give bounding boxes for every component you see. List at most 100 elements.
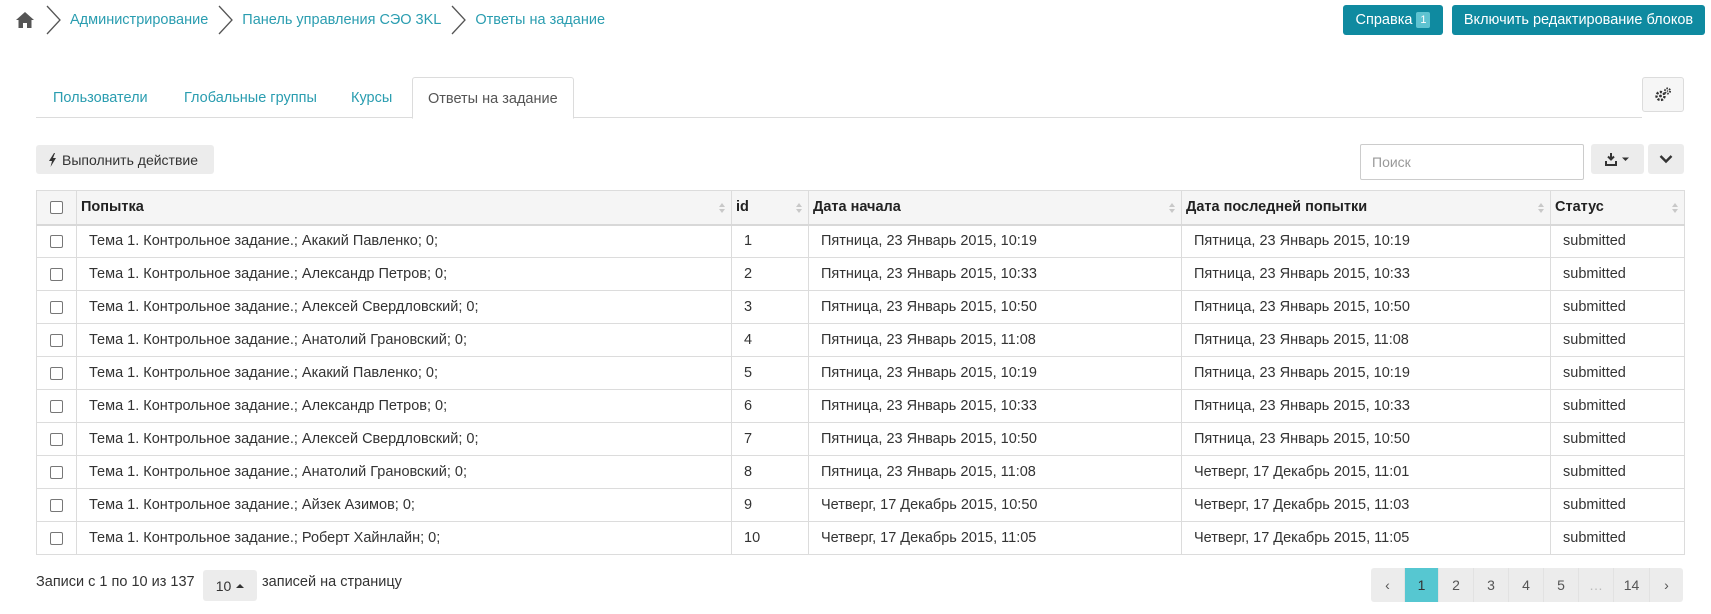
- row-select-cell: [36, 455, 77, 489]
- page-next-button[interactable]: ›: [1650, 568, 1683, 602]
- export-button[interactable]: [1591, 144, 1644, 174]
- sort-icon: [1672, 203, 1679, 215]
- row-checkbox[interactable]: [50, 432, 63, 446]
- breadcrumb-link-control-panel[interactable]: Панель управления СЭО 3KL: [242, 12, 441, 28]
- cell-id: 8: [731, 455, 809, 489]
- cell-attempt: Тема 1. Контрольное задание.; Анатолий Г…: [76, 323, 732, 357]
- cell-attempt: Тема 1. Контрольное задание.; Акакий Пав…: [76, 356, 732, 390]
- cell-id: 5: [731, 356, 809, 390]
- cell-last-attempt: Пятница, 23 Январь 2015, 10:50: [1181, 290, 1551, 324]
- row-checkbox[interactable]: [50, 498, 63, 512]
- tab-courses[interactable]: Курсы: [351, 77, 392, 118]
- page-ellipsis: …: [1579, 568, 1614, 602]
- page-prev-button[interactable]: ‹: [1371, 568, 1405, 602]
- table-row: Тема 1. Контрольное задание.; Акакий Пав…: [36, 224, 1685, 258]
- gears-icon: [1655, 87, 1671, 101]
- row-checkbox[interactable]: [50, 399, 63, 413]
- cell-status: submitted: [1550, 323, 1685, 357]
- page-button-1[interactable]: 1: [1405, 568, 1439, 602]
- cell-id: 2: [731, 257, 809, 291]
- cell-id: 1: [731, 224, 809, 258]
- row-select-cell: [36, 422, 77, 456]
- page-length-select[interactable]: 10: [203, 570, 257, 601]
- row-select-cell: [36, 389, 77, 423]
- help-button[interactable]: Справка 1: [1343, 5, 1443, 35]
- cell-start-date: Пятница, 23 Январь 2015, 10:19: [808, 224, 1182, 258]
- table-row: Тема 1. Контрольное задание.; Алексей Св…: [36, 290, 1685, 324]
- cell-status: submitted: [1550, 257, 1685, 291]
- row-checkbox[interactable]: [50, 300, 63, 314]
- cell-attempt: Тема 1. Контрольное задание.; Акакий Пав…: [76, 224, 732, 258]
- column-header-id[interactable]: id: [731, 190, 809, 226]
- help-count-badge: 1: [1416, 12, 1431, 28]
- tab-users[interactable]: Пользователи: [53, 77, 148, 118]
- page-button-4[interactable]: 4: [1509, 568, 1544, 602]
- column-header-status[interactable]: Статус: [1550, 190, 1685, 226]
- row-select-cell: [36, 488, 77, 522]
- row-select-cell: [36, 521, 77, 555]
- row-select-cell: [36, 257, 77, 291]
- cell-attempt: Тема 1. Контрольное задание.; Александр …: [76, 389, 732, 423]
- table-row: Тема 1. Контрольное задание.; Роберт Хай…: [36, 521, 1685, 555]
- cell-start-date: Пятница, 23 Январь 2015, 10:33: [808, 257, 1182, 291]
- select-all-checkbox[interactable]: [50, 200, 63, 214]
- sort-icon: [1538, 203, 1545, 215]
- table-row: Тема 1. Контрольное задание.; Анатолий Г…: [36, 323, 1685, 357]
- tab-bar: Пользователи Глобальные группы Курсы Отв…: [36, 77, 1642, 119]
- table-row: Тема 1. Контрольное задание.; Анатолий Г…: [36, 455, 1685, 489]
- page-button-14[interactable]: 14: [1614, 568, 1650, 602]
- cell-attempt: Тема 1. Контрольное задание.; Анатолий Г…: [76, 455, 732, 489]
- assignment-answers-table: Попытка id Дата начала Дата последней по…: [36, 190, 1685, 555]
- cell-status: submitted: [1550, 389, 1685, 423]
- breadcrumb-link-admin[interactable]: Администрирование: [70, 12, 208, 28]
- page-button-3[interactable]: 3: [1474, 568, 1509, 602]
- page-button-5[interactable]: 5: [1544, 568, 1579, 602]
- row-checkbox[interactable]: [50, 234, 63, 248]
- edit-blocks-button[interactable]: Включить редактирование блоков: [1452, 5, 1705, 35]
- row-select-cell: [36, 290, 77, 324]
- cell-start-date: Пятница, 23 Январь 2015, 10:50: [808, 422, 1182, 456]
- breadcrumb-separator-icon: [218, 5, 234, 35]
- cell-last-attempt: Четверг, 17 Декабрь 2015, 11:05: [1181, 521, 1551, 555]
- page-length-label: записей на страницу: [262, 574, 402, 590]
- cell-id: 6: [731, 389, 809, 423]
- cell-id: 10: [731, 521, 809, 555]
- settings-button[interactable]: [1642, 77, 1684, 112]
- tab-global-groups[interactable]: Глобальные группы: [184, 77, 317, 118]
- breadcrumb-link-assignment-answers[interactable]: Ответы на задание: [475, 12, 605, 28]
- records-info: Записи с 1 по 10 из 137: [36, 574, 195, 590]
- cell-status: submitted: [1550, 422, 1685, 456]
- row-select-cell: [36, 356, 77, 390]
- table-row: Тема 1. Контрольное задание.; Акакий Пав…: [36, 356, 1685, 390]
- table-row: Тема 1. Контрольное задание.; Айзек Азим…: [36, 488, 1685, 522]
- cell-start-date: Четверг, 17 Декабрь 2015, 11:05: [808, 521, 1182, 555]
- row-checkbox[interactable]: [50, 531, 63, 545]
- cell-last-attempt: Четверг, 17 Декабрь 2015, 11:01: [1181, 455, 1551, 489]
- bolt-icon: [49, 152, 56, 167]
- cell-last-attempt: Четверг, 17 Декабрь 2015, 11:03: [1181, 488, 1551, 522]
- home-icon[interactable]: [14, 10, 36, 30]
- collapse-button[interactable]: [1648, 144, 1684, 174]
- row-checkbox[interactable]: [50, 465, 63, 479]
- column-header-attempt[interactable]: Попытка: [76, 190, 732, 226]
- cell-last-attempt: Пятница, 23 Январь 2015, 10:19: [1181, 356, 1551, 390]
- cell-status: submitted: [1550, 455, 1685, 489]
- page-button-2[interactable]: 2: [1439, 568, 1474, 602]
- page-length-value: 10: [215, 577, 232, 594]
- cell-attempt: Тема 1. Контрольное задание.; Александр …: [76, 257, 732, 291]
- column-header-last-attempt[interactable]: Дата последней попытки: [1181, 190, 1551, 226]
- table-row: Тема 1. Контрольное задание.; Александр …: [36, 257, 1685, 291]
- cell-last-attempt: Пятница, 23 Январь 2015, 10:19: [1181, 224, 1551, 258]
- table-row: Тема 1. Контрольное задание.; Алексей Св…: [36, 422, 1685, 456]
- row-checkbox[interactable]: [50, 267, 63, 281]
- search-input[interactable]: [1360, 144, 1584, 180]
- sort-icon: [796, 203, 803, 215]
- cell-attempt: Тема 1. Контрольное задание.; Алексей Св…: [76, 422, 732, 456]
- bulk-action-button[interactable]: Выполнить действие: [36, 145, 214, 174]
- row-checkbox[interactable]: [50, 333, 63, 347]
- cell-last-attempt: Пятница, 23 Январь 2015, 10:33: [1181, 257, 1551, 291]
- cell-start-date: Пятница, 23 Январь 2015, 10:50: [808, 290, 1182, 324]
- tab-assignment-answers[interactable]: Ответы на задание: [412, 77, 574, 119]
- row-checkbox[interactable]: [50, 366, 63, 380]
- column-header-start-date[interactable]: Дата начала: [808, 190, 1182, 226]
